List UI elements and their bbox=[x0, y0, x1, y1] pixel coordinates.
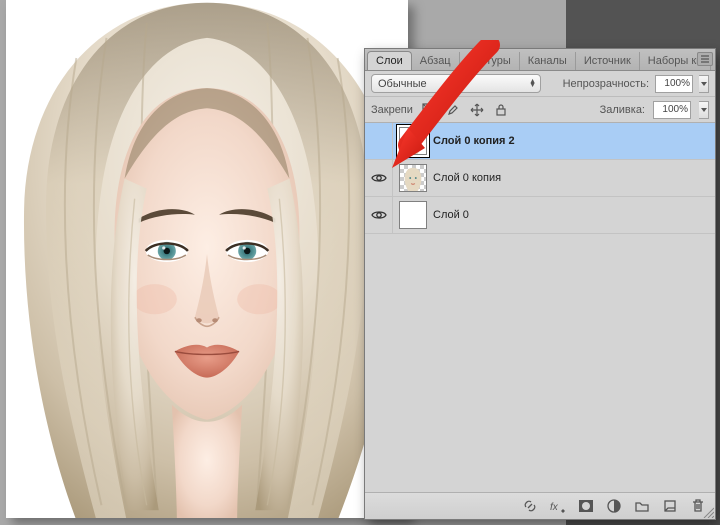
lock-icons bbox=[421, 102, 509, 118]
lock-transparent-icon[interactable] bbox=[421, 102, 437, 118]
layer-thumbnail[interactable] bbox=[399, 201, 427, 229]
panel-menu-button[interactable] bbox=[697, 52, 713, 66]
layer-name: Слой 0 bbox=[433, 209, 469, 221]
chevron-updown-icon: ▲▼ bbox=[529, 80, 536, 88]
layer-thumbnail[interactable] bbox=[399, 164, 427, 192]
tab-channels[interactable]: Каналы bbox=[520, 52, 576, 70]
layer-thumbnail[interactable] bbox=[399, 127, 427, 155]
eye-icon bbox=[371, 209, 387, 221]
resize-grip[interactable] bbox=[702, 506, 714, 518]
blend-opacity-row: Обычные ▲▼ Непрозрачность: 100% bbox=[365, 71, 715, 97]
link-icon[interactable] bbox=[521, 497, 539, 515]
layer-row[interactable]: Слой 0 копия 2 bbox=[365, 123, 715, 160]
tab-paragraph[interactable]: Абзац bbox=[412, 52, 460, 70]
lock-brush-icon[interactable] bbox=[445, 102, 461, 118]
tab-source[interactable]: Источник bbox=[576, 52, 640, 70]
layer-name: Слой 0 копия 2 bbox=[433, 135, 515, 147]
group-icon[interactable] bbox=[633, 497, 651, 515]
layer-row[interactable]: Слой 0 копия bbox=[365, 160, 715, 197]
eye-icon bbox=[371, 172, 387, 184]
fill-value[interactable]: 100% bbox=[653, 101, 691, 119]
layer-row[interactable]: Слой 0 bbox=[365, 197, 715, 234]
adjust-icon[interactable] bbox=[605, 497, 623, 515]
fx-icon[interactable]: fx bbox=[549, 497, 567, 515]
panel-footer: fx bbox=[365, 493, 715, 519]
canvas-image[interactable] bbox=[6, 0, 408, 518]
visibility-toggle[interactable] bbox=[365, 197, 393, 233]
lock-label: Закрепи bbox=[371, 104, 413, 116]
svg-text:fx: fx bbox=[550, 502, 559, 513]
opacity-label: Непрозрачность: bbox=[547, 78, 649, 90]
tab-paths[interactable]: Контуры bbox=[460, 52, 520, 70]
layers-list[interactable]: Слой 0 копия 2 Слой 0 копия Слой 0 bbox=[365, 123, 715, 493]
visibility-toggle[interactable] bbox=[365, 123, 393, 159]
panel-tabs: Слои Абзац Контуры Каналы Источник Набор… bbox=[365, 49, 715, 71]
new-icon[interactable] bbox=[661, 497, 679, 515]
opacity-value[interactable]: 100% bbox=[655, 75, 693, 93]
blend-mode-select[interactable]: Обычные ▲▼ bbox=[371, 74, 541, 93]
layer-name: Слой 0 копия bbox=[433, 172, 501, 184]
mask-icon[interactable] bbox=[577, 497, 595, 515]
fill-dropdown-arrow[interactable] bbox=[699, 101, 709, 119]
blend-mode-value: Обычные bbox=[378, 78, 427, 90]
lock-move-icon[interactable] bbox=[469, 102, 485, 118]
lock-all-icon[interactable] bbox=[493, 102, 509, 118]
tab-layers[interactable]: Слои bbox=[367, 51, 412, 71]
lock-fill-row: Закрепи Заливка: 100% bbox=[365, 97, 715, 123]
layers-panel: Слои Абзац Контуры Каналы Источник Набор… bbox=[364, 48, 716, 520]
visibility-toggle[interactable] bbox=[365, 160, 393, 196]
opacity-dropdown-arrow[interactable] bbox=[699, 75, 709, 93]
fill-label: Заливка: bbox=[517, 104, 645, 116]
